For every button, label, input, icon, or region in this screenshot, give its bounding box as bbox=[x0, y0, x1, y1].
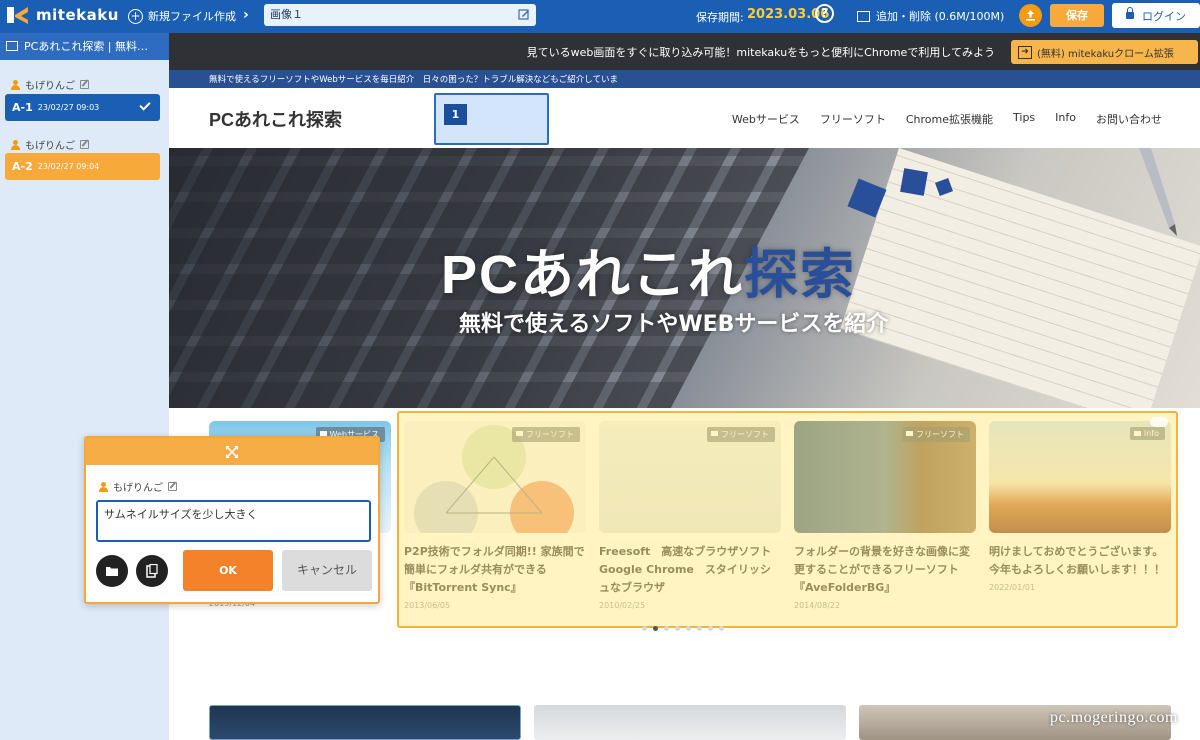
thread-user-name: もげりんご bbox=[25, 141, 75, 152]
move-icon bbox=[226, 445, 238, 458]
nav-info[interactable]: Info bbox=[1055, 111, 1076, 127]
paste-button[interactable] bbox=[136, 555, 168, 587]
thread-user-a1: もげりんご bbox=[11, 77, 89, 92]
nav-free-software[interactable]: フリーソフト bbox=[820, 111, 886, 127]
carousel-dot[interactable] bbox=[686, 626, 691, 631]
clipboard-icon bbox=[146, 564, 158, 578]
edit-icon[interactable] bbox=[80, 80, 89, 89]
app-logo[interactable]: mitekaku bbox=[6, 5, 119, 25]
annotation-highlight-2[interactable] bbox=[397, 411, 1178, 628]
carousel-dots bbox=[642, 626, 724, 631]
check-icon bbox=[139, 99, 151, 111]
thread-user-a2: もげりんご bbox=[11, 137, 89, 152]
edit-icon[interactable] bbox=[80, 140, 89, 149]
watermark: pc.mogeringo.com bbox=[1050, 709, 1178, 726]
chevron-right-icon: › bbox=[243, 7, 249, 23]
thread-timestamp: 23/02/27 09:04 bbox=[37, 162, 100, 171]
cancel-button[interactable]: キャンセル bbox=[282, 550, 372, 591]
site-header: PCあれこれ探索 Webサービス フリーソフト Chrome拡張機能 Tips … bbox=[169, 88, 1200, 148]
popup-user: もげりんご bbox=[99, 479, 177, 494]
popup-drag-handle[interactable] bbox=[86, 438, 378, 465]
carousel-dot[interactable] bbox=[653, 626, 658, 631]
thread-user-name: もげりんご bbox=[25, 81, 75, 92]
sidebar-header[interactable]: PCあれこれ探索 | 無料… bbox=[0, 33, 169, 60]
comment-popup: もげりんご サムネイルサイズを少し大きく OK キャンセル bbox=[84, 436, 380, 604]
folder-icon bbox=[106, 567, 118, 576]
annotation-marker-1[interactable]: 1 bbox=[434, 93, 549, 145]
storage-period-label: 保存期間: bbox=[696, 11, 744, 24]
edit-icon[interactable] bbox=[168, 482, 177, 491]
popup-user-name: もげりんご bbox=[113, 483, 163, 494]
carousel-dot[interactable] bbox=[675, 626, 680, 631]
new-file-button[interactable]: + 新規ファイル作成 bbox=[128, 8, 236, 24]
annotation-number-badge: 1 bbox=[444, 104, 467, 125]
login-label: ログイン bbox=[1142, 9, 1186, 23]
site-strip-text: 無料で使えるフリーソフトやWebサービスを毎日紹介 日々の困った？トラブル解決な… bbox=[209, 75, 619, 85]
hero-banner: PCあれこれ探索 無料で使えるソフトやWEBサービスを紹介 bbox=[169, 148, 1200, 408]
article-thumbnail[interactable] bbox=[534, 705, 846, 740]
resize-handle[interactable] bbox=[1150, 417, 1168, 427]
hero-title-main: PCあれこれ bbox=[441, 245, 745, 305]
extension-banner: 見ているweb画面をすぐに取り込み可能！mitekakuをもっと便利にChrom… bbox=[169, 33, 1200, 70]
nav-tips[interactable]: Tips bbox=[1013, 111, 1035, 127]
sidebar-header-title: PCあれこれ探索 | 無料… bbox=[24, 40, 149, 53]
user-icon bbox=[11, 79, 20, 90]
login-button[interactable]: ログイン bbox=[1112, 3, 1200, 28]
upload-icon bbox=[1026, 10, 1035, 21]
nav-contact[interactable]: お問い合わせ bbox=[1096, 111, 1162, 127]
comment-input[interactable]: サムネイルサイズを少し大きく bbox=[96, 500, 371, 542]
app-name: mitekaku bbox=[36, 6, 119, 24]
help-icon[interactable]: ? bbox=[815, 4, 834, 23]
ok-button[interactable]: OK bbox=[183, 550, 273, 591]
external-link-icon: ➜ bbox=[1018, 45, 1032, 59]
add-remove-label: 追加・削除 (0.6M/100M) bbox=[876, 10, 1005, 23]
deco-square bbox=[900, 168, 928, 196]
plus-icon: + bbox=[128, 8, 143, 24]
user-icon bbox=[11, 139, 20, 150]
sidebar: PCあれこれ探索 | 無料… もげりんご A-1 23/02/27 09:03 … bbox=[0, 33, 169, 740]
new-file-label: 新規ファイル作成 bbox=[148, 10, 236, 23]
user-icon bbox=[99, 481, 108, 492]
mitekaku-logo-icon bbox=[7, 7, 28, 24]
chrome-extension-button[interactable]: ➜ (無料) mitekakuクローム拡張 bbox=[1011, 40, 1198, 64]
hero-title: PCあれこれ探索 bbox=[441, 230, 856, 309]
carousel-dot[interactable] bbox=[719, 626, 724, 631]
thread-tag: A-2 bbox=[12, 160, 33, 173]
site-nav: Webサービス フリーソフト Chrome拡張機能 Tips Info お問い合… bbox=[732, 111, 1162, 127]
image-icon bbox=[857, 10, 870, 22]
chrome-extension-label: (無料) mitekakuクローム拡張 bbox=[1037, 48, 1174, 60]
image-icon bbox=[6, 41, 18, 51]
thread-item-a1[interactable]: A-1 23/02/27 09:03 bbox=[5, 94, 160, 121]
carousel-dot[interactable] bbox=[708, 626, 713, 631]
attach-folder-button[interactable] bbox=[96, 555, 128, 587]
article-thumbnail[interactable] bbox=[209, 705, 521, 740]
banner-text: 見ているweb画面をすぐに取り込み可能！mitekakuをもっと便利にChrom… bbox=[526, 46, 995, 59]
carousel-dot[interactable] bbox=[697, 626, 702, 631]
add-remove-button[interactable]: 追加・削除 (0.6M/100M) bbox=[857, 8, 1004, 24]
edit-icon[interactable] bbox=[518, 8, 530, 20]
carousel-dot[interactable] bbox=[642, 626, 647, 631]
site-title[interactable]: PCあれこれ探索 bbox=[209, 106, 342, 132]
nav-web-services[interactable]: Webサービス bbox=[732, 111, 800, 127]
thread-item-a2[interactable]: A-2 23/02/27 09:04 bbox=[5, 153, 160, 180]
site-top-strip: 無料で使えるフリーソフトやWebサービスを毎日紹介 日々の困った？トラブル解決な… bbox=[169, 70, 1200, 88]
hero-title-accent: 探索 bbox=[744, 245, 857, 305]
top-bar: mitekaku + 新規ファイル作成 › 画像１ 保存期間: 2023.03.… bbox=[0, 0, 1200, 33]
carousel-dot[interactable] bbox=[664, 626, 669, 631]
upload-button[interactable] bbox=[1019, 4, 1042, 27]
file-title-text: 画像１ bbox=[270, 8, 303, 21]
hero-subtitle: 無料で使えるソフトやWEBサービスを紹介 bbox=[459, 312, 889, 337]
thread-tag: A-1 bbox=[12, 101, 33, 114]
nav-chrome-extensions[interactable]: Chrome拡張機能 bbox=[906, 111, 993, 127]
file-title-field[interactable]: 画像１ bbox=[264, 4, 536, 26]
pen-image bbox=[1139, 148, 1177, 236]
lock-icon bbox=[1126, 7, 1134, 19]
thread-timestamp: 23/02/27 09:03 bbox=[37, 103, 100, 112]
save-button[interactable]: 保存 bbox=[1050, 4, 1104, 27]
